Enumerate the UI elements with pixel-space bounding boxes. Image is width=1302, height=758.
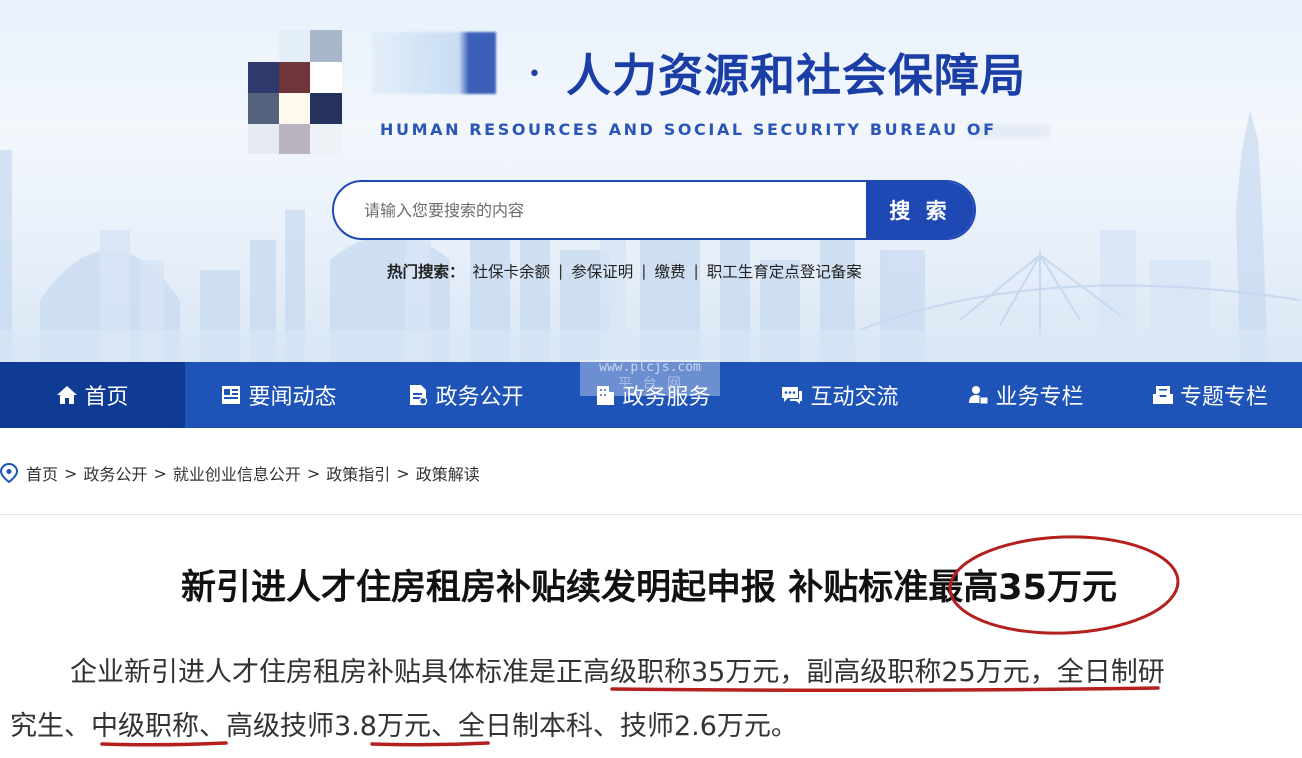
nav-label: 互动交流	[810, 385, 899, 410]
chat-icon	[782, 387, 803, 404]
site-title[interactable]: 人力资源和社会保障局	[566, 48, 1026, 104]
hot-search-link[interactable]: 职工生育定点登记备案	[707, 260, 862, 282]
article-body: 企业新引进人才住房租房补贴具体标准是正高级职称35万元，副高级职称25万元，全日…	[10, 646, 1300, 754]
nav-item-news[interactable]: 要闻动态	[185, 362, 372, 428]
hot-search-separator: |	[693, 262, 699, 280]
inbox-icon	[1152, 386, 1173, 404]
watermark-url: www.plcjs.com	[599, 360, 701, 375]
breadcrumb-separator: >	[396, 463, 410, 483]
user-card-icon	[969, 386, 989, 405]
breadcrumb-item[interactable]: 首页	[26, 461, 58, 485]
breadcrumb-item[interactable]: 政务公开	[83, 461, 147, 485]
nav-item-interaction[interactable]: 互动交流	[746, 362, 933, 428]
nav-item-topics[interactable]: 专题专栏	[1118, 362, 1302, 428]
hot-search-separator: |	[641, 262, 647, 280]
hot-search-bar: 热门搜索： 社保卡余额 | 参保证明 | 缴费 | 职工生育定点登记备案	[387, 260, 862, 282]
search-button[interactable]: 搜 索	[866, 182, 974, 238]
emblem-logo-redacted	[248, 30, 342, 154]
article-paragraph-line: 究生、中级职称、高级技师3.8万元、全日制本科、技师2.6万元。	[10, 711, 798, 742]
article-paragraph-line: 企业新引进人才住房租房补贴具体标准是正高级职称35万元，副高级职称25万元，全日…	[70, 657, 1165, 688]
breadcrumb-separator: >	[153, 463, 167, 483]
location-pin-icon	[0, 463, 18, 483]
hot-search-link[interactable]: 社保卡余额	[473, 260, 551, 282]
breadcrumb-item-current[interactable]: 政策解读	[416, 461, 480, 485]
hot-search-link[interactable]: 缴费	[655, 260, 686, 282]
search-bar: 搜 索	[332, 180, 976, 240]
article-title: 新引进人才住房租房补贴续发明起申报 补贴标准最高35万元	[181, 568, 1117, 608]
site-header: • 人力资源和社会保障局 HUMAN RESOURCES AND SOCIAL …	[0, 0, 1302, 362]
hot-search-label: 热门搜索：	[387, 263, 465, 281]
nav-label: 专题专栏	[1179, 385, 1268, 410]
nav-item-gov-open[interactable]: 政务公开	[372, 362, 559, 428]
redacted-city-name	[372, 32, 496, 94]
hot-search-separator: |	[558, 262, 564, 280]
nav-label: 政务公开	[435, 385, 524, 410]
nav-label: 首页	[84, 385, 129, 410]
breadcrumb-separator: >	[64, 463, 78, 483]
breadcrumb: 首页 > 政务公开 > 就业创业信息公开 > 政策指引 > 政策解读	[0, 458, 480, 488]
news-icon	[222, 386, 241, 404]
breadcrumb-separator: >	[306, 463, 321, 483]
hot-search-link[interactable]: 参保证明	[571, 260, 633, 282]
nav-label: 要闻动态	[248, 385, 337, 410]
breadcrumb-item[interactable]: 就业创业信息公开	[173, 461, 301, 485]
home-icon	[57, 386, 78, 404]
document-icon	[410, 385, 428, 406]
search-input[interactable]	[334, 182, 866, 238]
title-bullet: •	[528, 62, 541, 87]
nav-item-home[interactable]: 首页	[0, 362, 185, 428]
site-watermark: www.plcjs.com 平 台 网	[580, 360, 720, 396]
breadcrumb-item[interactable]: 政策指引	[326, 461, 390, 485]
divider	[0, 514, 1302, 515]
nav-item-business[interactable]: 业务专栏	[933, 362, 1118, 428]
watermark-text: 平 台 网	[618, 376, 682, 392]
site-title-english: HUMAN RESOURCES AND SOCIAL SECURITY BURE…	[380, 120, 997, 139]
nav-label: 业务专栏	[995, 385, 1084, 410]
